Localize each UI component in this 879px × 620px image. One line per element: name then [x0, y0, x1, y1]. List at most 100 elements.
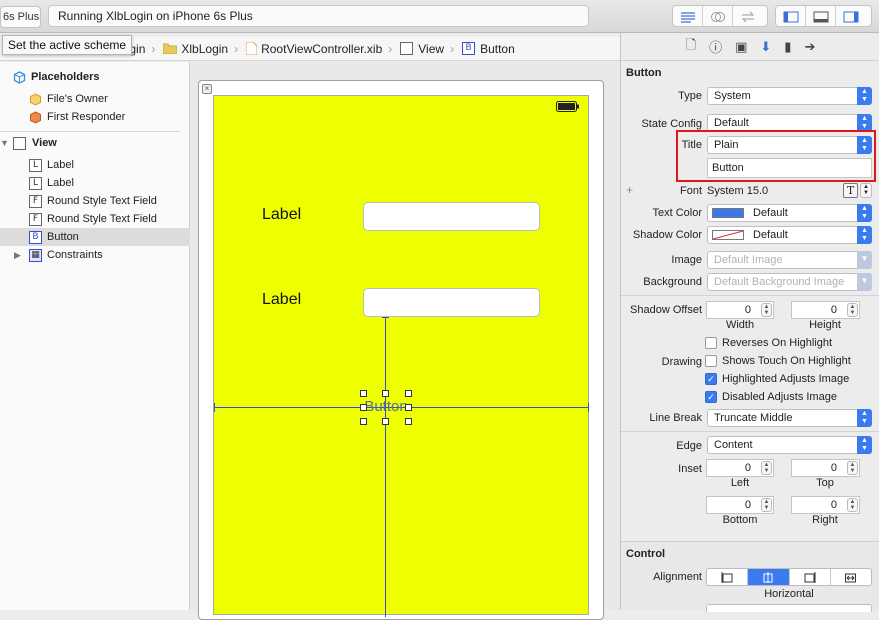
identity-inspector-icon[interactable]: ▣: [735, 39, 747, 55]
text-color-popup[interactable]: Default ▲ ▼: [707, 204, 872, 222]
yellow-cube-icon: [30, 92, 41, 106]
stepper[interactable]: ▲ ▼: [761, 461, 772, 475]
stepper[interactable]: ▲ ▼: [847, 498, 858, 512]
align-center-button[interactable]: [748, 569, 790, 585]
shadow-color-popup[interactable]: Default ▲ ▼: [707, 226, 872, 244]
scene-button[interactable]: Button: [363, 398, 409, 415]
scene-label-1[interactable]: Label: [262, 206, 301, 224]
chevron-right-icon: ›: [450, 41, 455, 56]
reverses-on-highlight-checkbox[interactable]: Reverses On Highlight: [705, 337, 832, 349]
align-left-icon: [721, 571, 733, 583]
chevron-down-icon: ▼: [857, 251, 872, 269]
toggle-utilities-button[interactable]: [836, 6, 866, 28]
connections-inspector-icon[interactable]: ➔: [804, 39, 815, 55]
resize-handle[interactable]: [405, 404, 412, 411]
file-inspector-icon[interactable]: 🗋: [686, 36, 696, 58]
resize-handle[interactable]: [405, 390, 412, 397]
image-combo[interactable]: Default Image ▼: [707, 251, 872, 269]
constraint-endcap-top: [382, 317, 389, 318]
outline-item-textfield-1[interactable]: F Round Style Text Field: [29, 192, 157, 210]
outline-first-responder[interactable]: First Responder: [29, 108, 125, 126]
type-popup[interactable]: System ▲ ▼: [707, 87, 872, 105]
edge-popup[interactable]: Content ▲ ▼: [707, 436, 872, 454]
toggle-debug-button[interactable]: [806, 6, 836, 28]
font-value: System 15.0: [707, 185, 769, 197]
align-center-icon: [763, 571, 773, 583]
outline-label: View: [32, 137, 57, 149]
outline-files-owner[interactable]: File's Owner: [29, 90, 108, 108]
outline-label: Round Style Text Field: [47, 195, 157, 207]
stepper[interactable]: ▲ ▼: [761, 303, 772, 317]
jump-item-label: Button: [480, 41, 515, 56]
checkbox-label: Reverses On Highlight: [722, 337, 833, 349]
line-break-value: Truncate Middle: [714, 412, 793, 424]
toggle-navigator-button[interactable]: [776, 6, 806, 28]
resize-handle[interactable]: [382, 418, 389, 425]
shadow-width-field[interactable]: 0 ▲ ▼: [706, 301, 774, 319]
version-editor-button[interactable]: [733, 6, 763, 28]
text-color-label: Text Color: [652, 207, 702, 219]
stepper[interactable]: ▲ ▼: [847, 461, 858, 475]
updown-arrows-icon: ▲ ▼: [857, 226, 872, 244]
disclosure-open-icon[interactable]: ▼: [0, 138, 13, 148]
align-right-button[interactable]: [790, 569, 831, 585]
outline-placeholders[interactable]: Placeholders: [13, 68, 99, 86]
outline-view[interactable]: ▼ View: [0, 134, 57, 152]
jump-item-view[interactable]: View ›: [400, 42, 454, 56]
outline-item-label-2[interactable]: L Label: [29, 174, 74, 192]
attributes-inspector-icon[interactable]: ⬇: [760, 39, 771, 55]
xib-file-icon: [246, 42, 258, 55]
stepper[interactable]: ▲ ▼: [761, 498, 772, 512]
jump-item-xib[interactable]: RootViewController.xib ›: [246, 42, 392, 56]
vertical-alignment-segment[interactable]: [706, 604, 872, 612]
font-size-stepper[interactable]: ▲ ▼: [860, 183, 872, 198]
jump-item-button[interactable]: B Button: [462, 42, 515, 56]
highlighted-adjusts-checkbox[interactable]: ✓ Highlighted Adjusts Image: [705, 373, 849, 385]
size-inspector-icon[interactable]: ▮: [784, 39, 791, 55]
outline-constraints[interactable]: ▶ ▦ Constraints: [14, 246, 103, 264]
scheme-device-button[interactable]: 6s Plus: [0, 6, 41, 28]
align-fill-icon: [845, 573, 857, 582]
updown-arrows-icon: ▲ ▼: [857, 409, 872, 427]
resize-handle[interactable]: [360, 404, 367, 411]
resize-handle[interactable]: [360, 390, 367, 397]
root-view[interactable]: Label Label Button: [213, 95, 589, 617]
stepper[interactable]: ▲ ▼: [847, 303, 858, 317]
title-type-popup[interactable]: Plain ▲ ▼: [707, 136, 872, 154]
font-picker-icon[interactable]: T: [843, 183, 858, 198]
shows-touch-checkbox[interactable]: Shows Touch On Highlight: [705, 355, 851, 367]
inset-left-value: 0: [744, 462, 751, 474]
scene-text-field-2[interactable]: [363, 288, 540, 317]
align-fill-button[interactable]: [831, 569, 871, 585]
shadow-height-field[interactable]: 0 ▲ ▼: [791, 301, 860, 319]
title-text-field[interactable]: Button: [707, 158, 872, 178]
inset-left-field[interactable]: 0 ▲ ▼: [706, 459, 774, 477]
jump-item-folder[interactable]: XlbLogin ›: [163, 42, 238, 56]
resize-handle[interactable]: [382, 390, 389, 397]
outline-item-label-1[interactable]: L Label: [29, 156, 74, 174]
scene-label-2[interactable]: Label: [262, 291, 301, 309]
line-break-popup[interactable]: Truncate Middle ▲ ▼: [707, 409, 872, 427]
assistant-editor-button[interactable]: [703, 6, 733, 28]
scene-text-field-1[interactable]: [363, 202, 540, 231]
state-config-label: State Config: [641, 118, 702, 130]
disabled-adjusts-checkbox[interactable]: ✓ Disabled Adjusts Image: [705, 391, 837, 403]
outline-label: First Responder: [47, 111, 126, 123]
background-combo[interactable]: Default Background Image ▼: [707, 273, 872, 291]
resize-handle[interactable]: [405, 418, 412, 425]
disclosure-closed-icon[interactable]: ▶: [14, 250, 29, 261]
inset-right-field[interactable]: 0 ▲ ▼: [791, 496, 860, 514]
inset-top-field[interactable]: 0 ▲ ▼: [791, 459, 860, 477]
section-title-button: Button: [626, 67, 662, 79]
standard-editor-button[interactable]: [673, 6, 703, 28]
close-scene-icon[interactable]: ×: [202, 84, 212, 94]
outline-item-textfield-2[interactable]: F Round Style Text Field: [29, 210, 157, 228]
help-inspector-icon[interactable]: ⓘ: [709, 37, 722, 56]
outline-item-button[interactable]: B Button: [29, 228, 79, 246]
inset-bottom-field[interactable]: 0 ▲ ▼: [706, 496, 774, 514]
scheme-tooltip: Set the active scheme: [2, 35, 133, 55]
resize-handle[interactable]: [360, 418, 367, 425]
text-field-icon: F: [29, 212, 42, 226]
align-left-button[interactable]: [707, 569, 749, 585]
vertical-constraint-line: [385, 317, 386, 617]
